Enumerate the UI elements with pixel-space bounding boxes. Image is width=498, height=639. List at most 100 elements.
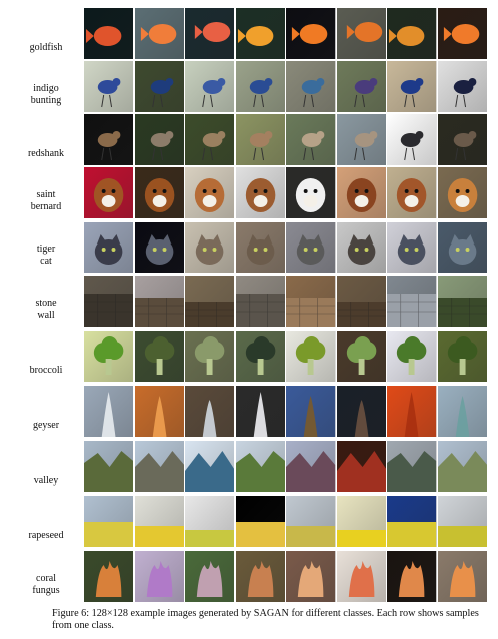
sample-image (134, 222, 184, 273)
sample-image (185, 551, 235, 602)
sample-image (286, 551, 336, 602)
sample-image (286, 386, 336, 437)
sample-image (336, 331, 387, 382)
sample-image (134, 551, 184, 602)
sample-image (336, 386, 387, 437)
class-label: saint bernard (30, 189, 62, 212)
sample-image (185, 61, 235, 112)
class-row: valley (0, 441, 498, 492)
class-row: geyser (0, 386, 498, 437)
sample-strip (84, 386, 488, 437)
sample-image (336, 167, 387, 218)
sample-image (84, 8, 134, 59)
sample-image (336, 496, 387, 547)
sample-image (235, 8, 285, 59)
sample-image (336, 61, 387, 112)
sample-strip (84, 222, 488, 273)
sample-image (336, 222, 387, 273)
sample-image (185, 167, 235, 218)
sample-image (336, 441, 387, 492)
sample-image (185, 276, 235, 327)
sample-image (235, 167, 285, 218)
sample-image (336, 551, 387, 602)
class-row: broccoli (0, 331, 498, 382)
sample-image (134, 276, 184, 327)
sample-image (387, 114, 437, 165)
sample-image (134, 441, 184, 492)
figure-caption: Figure 6: 128×128 example images generat… (52, 608, 479, 631)
sample-image (286, 496, 336, 547)
sample-image (286, 8, 336, 59)
sample-image (185, 331, 235, 382)
class-row: saint bernard (0, 167, 498, 218)
sample-image (134, 114, 184, 165)
class-label: coral fungus (32, 573, 60, 596)
sample-image (235, 276, 285, 327)
sample-image (286, 331, 336, 382)
sample-image (286, 441, 336, 492)
sample-image (84, 61, 134, 112)
sample-image (235, 114, 285, 165)
class-label: geyser (32, 420, 60, 431)
sample-image (84, 276, 134, 327)
sample-image (185, 222, 235, 273)
sample-image (438, 61, 488, 112)
sample-image (286, 61, 336, 112)
sample-strip (84, 496, 488, 547)
sample-image (336, 276, 387, 327)
sample-strip (84, 167, 488, 218)
sample-image (286, 167, 336, 218)
sample-image (134, 61, 184, 112)
sample-image (387, 331, 437, 382)
sample-image (235, 222, 285, 273)
sample-strip (84, 441, 488, 492)
sample-image (235, 441, 285, 492)
sample-image (438, 114, 488, 165)
sample-strip (84, 61, 488, 112)
sample-image (185, 386, 235, 437)
class-label: redshank (27, 148, 65, 159)
sample-image (387, 8, 437, 59)
sample-image (235, 61, 285, 112)
sample-image (84, 222, 134, 273)
sample-strip (84, 331, 488, 382)
sample-image (438, 8, 488, 59)
sample-image (84, 441, 134, 492)
sample-image (134, 386, 184, 437)
class-label: valley (33, 475, 59, 486)
sample-image (438, 222, 488, 273)
sample-image (185, 496, 235, 547)
class-label: rapeseed (28, 530, 64, 541)
sample-image (84, 386, 134, 437)
sample-image (438, 276, 488, 327)
class-label: stone wall (35, 298, 57, 321)
class-label: broccoli (29, 365, 63, 376)
sample-image (438, 496, 488, 547)
sample-strip (84, 551, 488, 602)
class-row: rapeseed (0, 496, 498, 547)
sample-image (134, 167, 184, 218)
sample-image (235, 331, 285, 382)
sample-image (387, 167, 437, 218)
sample-image (387, 551, 437, 602)
sample-image (387, 222, 437, 273)
sample-image (235, 496, 285, 547)
class-row: indigo bunting (0, 61, 498, 112)
class-row: redshank (0, 114, 498, 165)
sample-image (185, 114, 235, 165)
sample-image (84, 114, 134, 165)
sample-image (134, 331, 184, 382)
sample-image (387, 276, 437, 327)
sample-strip (84, 8, 488, 59)
class-row: coral fungus (0, 551, 498, 602)
sample-image (185, 441, 235, 492)
sample-image (185, 8, 235, 59)
sample-image (235, 551, 285, 602)
sample-image (387, 496, 437, 547)
sample-image (134, 8, 184, 59)
sample-image (438, 331, 488, 382)
sample-image (286, 114, 336, 165)
sample-image (438, 551, 488, 602)
sample-image (134, 496, 184, 547)
sample-image (438, 386, 488, 437)
